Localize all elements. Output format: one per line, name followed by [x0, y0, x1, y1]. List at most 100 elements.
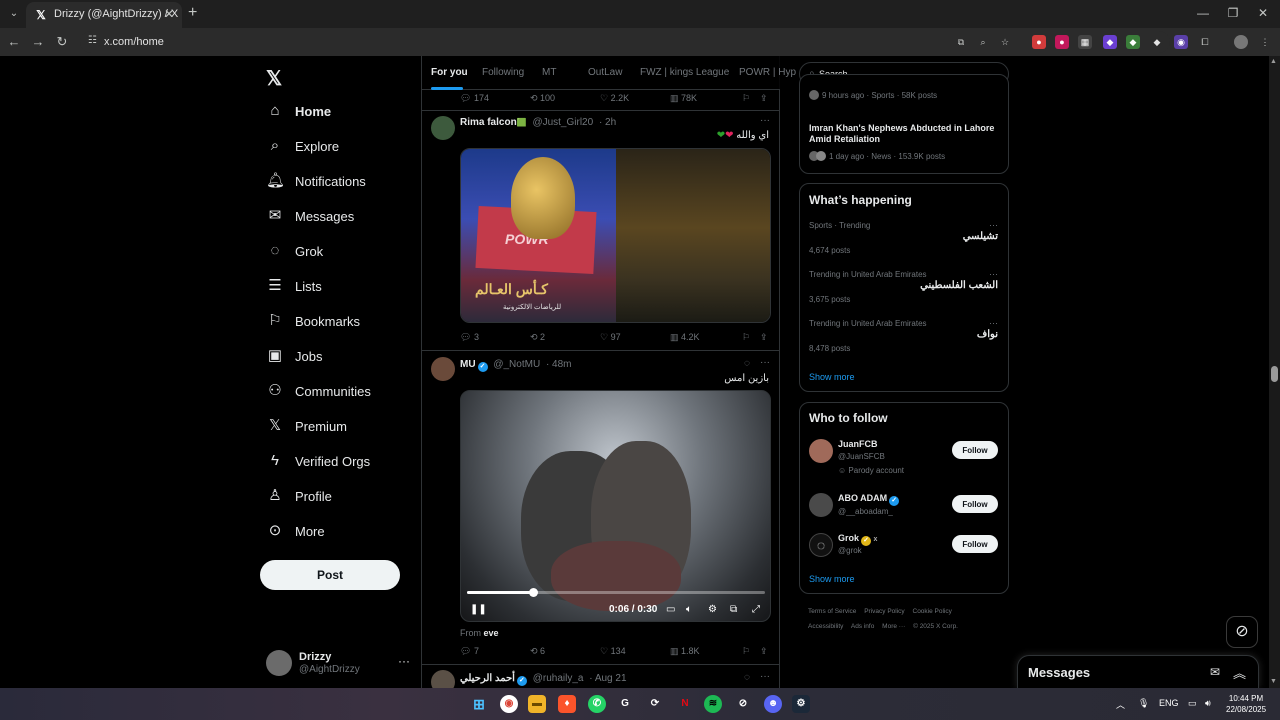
- reply-action[interactable]: 💬︎ 3: [460, 332, 479, 343]
- views-action[interactable]: ▥ 1.8K: [670, 646, 700, 657]
- nav-communities[interactable]: ⚇ Communities: [266, 376, 371, 406]
- captions-icon[interactable]: ▭: [666, 604, 675, 615]
- grok-floating-button[interactable]: ⊘: [1226, 616, 1258, 648]
- share-action-icon[interactable]: ⇪: [760, 646, 768, 657]
- tab-for-you[interactable]: For you: [431, 67, 468, 78]
- whatsapp-icon[interactable]: ✆: [588, 695, 606, 713]
- system-clock[interactable]: 10:44 PM 22/08/2025: [1226, 693, 1266, 715]
- views-action[interactable]: ▥ 78K: [670, 93, 697, 104]
- zoom-icon[interactable]: ⌕: [976, 35, 990, 49]
- volume-icon[interactable]: 🔈︎: [686, 604, 692, 615]
- messages-drawer[interactable]: Messages ✉ ︽: [1017, 655, 1259, 688]
- views-action[interactable]: ▥ 4.2K: [670, 332, 700, 343]
- bookmark-action-icon[interactable]: ⚐: [742, 93, 750, 104]
- avatar[interactable]: [809, 493, 833, 517]
- app-g-icon[interactable]: G: [616, 695, 634, 713]
- language-indicator[interactable]: ENG: [1159, 698, 1179, 708]
- settings-gear-icon[interactable]: ⚙: [708, 604, 717, 615]
- tweet-video[interactable]: ❚❚ 0:06 / 0:30 ▭ 🔈︎ ⚙ ⧉ ⤢: [460, 390, 771, 622]
- grok-explain-icon[interactable]: ◌: [744, 672, 750, 683]
- bookmark-action-icon[interactable]: ⚐: [742, 646, 750, 657]
- volume-icon[interactable]: 🔊︎: [1205, 698, 1211, 709]
- scrollbar[interactable]: ▲ ▼: [1269, 56, 1280, 688]
- new-message-icon[interactable]: ✉: [1210, 665, 1220, 679]
- back-arrow-icon[interactable]: ←: [6, 34, 22, 50]
- footer-privacy[interactable]: Privacy Policy: [864, 608, 904, 615]
- trend-more-icon[interactable]: ···: [989, 220, 998, 230]
- pause-icon[interactable]: ❚❚: [470, 604, 487, 615]
- discord-icon[interactable]: ☻: [764, 695, 782, 713]
- window-close-icon[interactable]: ✕: [1254, 6, 1272, 20]
- tweet-author-avatar[interactable]: [431, 670, 455, 688]
- account-switcher[interactable]: Drizzy @AightDrizzy ···: [266, 648, 412, 678]
- nav-more[interactable]: ⊙ More: [266, 516, 325, 546]
- bookmark-action-icon[interactable]: ⚐: [742, 332, 750, 343]
- reply-action[interactable]: 💬︎ 174: [460, 93, 489, 104]
- tab-powr[interactable]: POWR | Hyp: [739, 67, 796, 78]
- brave-icon[interactable]: ♦: [558, 695, 576, 713]
- nav-grok[interactable]: ◌ Grok: [266, 236, 324, 266]
- tweet-image[interactable]: POWR كـأس العـالم للرياضات الالكترونية: [460, 148, 771, 323]
- tray-overflow-icon[interactable]: ︿: [1116, 698, 1125, 711]
- trend-name[interactable]: تشيلسي: [963, 231, 998, 242]
- extensions-puzzle-icon[interactable]: ⧠: [1198, 35, 1212, 49]
- nav-home[interactable]: ⌂ Home: [266, 96, 331, 126]
- show-more-link[interactable]: Show more: [809, 372, 855, 382]
- tweet-more-icon[interactable]: ···: [760, 357, 770, 368]
- post-button[interactable]: Post: [260, 560, 400, 590]
- scroll-up-arrow-icon[interactable]: ▲: [1270, 58, 1277, 65]
- microphone-icon[interactable]: 🎙︎: [1138, 698, 1149, 709]
- show-more-link[interactable]: Show more: [809, 574, 855, 584]
- site-info-icon[interactable]: ☷: [88, 35, 97, 46]
- network-icon[interactable]: ▭: [1188, 698, 1197, 709]
- tweet-more-icon[interactable]: ···: [760, 671, 770, 682]
- repost-action[interactable]: ⟲ 2: [530, 332, 545, 343]
- reply-action[interactable]: 💬︎ 7: [460, 646, 479, 657]
- follow-name[interactable]: JuanFCB: [838, 439, 878, 449]
- extension-qr-icon[interactable]: ▦: [1078, 35, 1092, 49]
- x-logo-icon[interactable]: 𝕏: [266, 66, 282, 91]
- tab-fwz[interactable]: FWZ | kings League: [640, 67, 729, 78]
- tweet-author[interactable]: أحمد الرحيلي ✓ @ruhaily_a · Aug 21: [460, 673, 627, 686]
- fullscreen-icon[interactable]: ⤢: [752, 604, 760, 615]
- like-action[interactable]: ♡ 134: [600, 646, 626, 657]
- nav-jobs[interactable]: ▣ Jobs: [266, 341, 323, 371]
- picture-in-picture-icon[interactable]: ⧉: [730, 604, 737, 615]
- footer-accessibility[interactable]: Accessibility: [808, 623, 843, 630]
- file-explorer-icon[interactable]: ▬: [528, 695, 546, 713]
- minimize-icon[interactable]: —: [1194, 6, 1212, 20]
- footer-more[interactable]: More ···: [882, 623, 905, 630]
- nav-explore[interactable]: ⌕ Explore: [266, 131, 339, 161]
- bookmark-star-icon[interactable]: ☆: [998, 35, 1012, 49]
- steam-icon[interactable]: ⚙: [792, 695, 810, 713]
- tweet-author[interactable]: MU ✓ @_NotMU · 48m: [460, 359, 572, 372]
- tab-close-icon[interactable]: ✕: [164, 7, 174, 21]
- nav-bookmarks[interactable]: ⚐ Bookmarks: [266, 306, 360, 336]
- footer-cookie[interactable]: Cookie Policy: [913, 608, 952, 615]
- share-action-icon[interactable]: ⇪: [760, 93, 768, 104]
- nav-premium[interactable]: 𝕏 Premium: [266, 411, 347, 441]
- nav-notifications[interactable]: 🔔︎ Notifications: [266, 166, 366, 196]
- news-headline[interactable]: Imran Khan's Nephews Abducted in Lahore …: [809, 123, 1004, 145]
- install-app-icon[interactable]: ⧉: [954, 35, 968, 49]
- extension-red-icon[interactable]: ●: [1032, 35, 1046, 49]
- tab-mt[interactable]: MT: [542, 67, 556, 78]
- tweet-author[interactable]: Rima falcon🟩 @Just_Girl20 · 2h: [460, 117, 616, 128]
- spotify-icon[interactable]: ≋: [704, 695, 722, 713]
- browser-menu-icon[interactable]: ⋮: [1258, 35, 1272, 49]
- profile-avatar-icon[interactable]: [1234, 35, 1248, 49]
- nav-verified-orgs[interactable]: ϟ Verified Orgs: [266, 446, 370, 476]
- video-progress-bar[interactable]: [467, 588, 765, 597]
- browser-tab[interactable]: 𝕏 Drizzy (@AightDrizzy) / X ✕: [26, 2, 182, 28]
- share-action-icon[interactable]: ⇪: [760, 332, 768, 343]
- follow-button[interactable]: Follow: [952, 535, 998, 553]
- new-tab-plus-icon[interactable]: +: [188, 5, 197, 21]
- trend-name[interactable]: الشعب الفلسطيني: [920, 280, 998, 291]
- extension-eye-icon[interactable]: ◉: [1174, 35, 1188, 49]
- follow-button[interactable]: Follow: [952, 441, 998, 459]
- trend-more-icon[interactable]: ···: [989, 269, 998, 279]
- app-loop-icon[interactable]: ⟳: [646, 695, 664, 713]
- restore-icon[interactable]: ❐: [1224, 6, 1242, 20]
- windows-start-icon[interactable]: ⊞: [470, 695, 488, 713]
- nav-lists[interactable]: ☰ Lists: [266, 271, 321, 301]
